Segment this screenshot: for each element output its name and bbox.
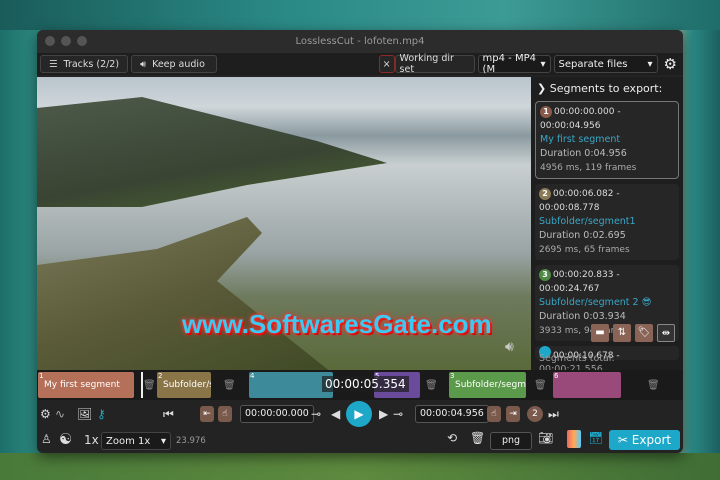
cut-end-time-input[interactable]: 00:00:04.956 [415, 405, 489, 423]
segment-list-item[interactable]: 2 00:00:06.082 - 00:00:08.778 Subfolder/s… [535, 184, 679, 260]
timeline[interactable]: 1My first segment 🗑︎ 2Subfolder/se 🗑︎ 4 … [37, 370, 683, 400]
settings-icon[interactable]: ⚙ [40, 407, 51, 421]
person-icon[interactable]: ♙ [41, 432, 52, 446]
app-window: LosslessCut - lofoten.mp4 ☰ Tracks (2/2) … [37, 30, 683, 453]
timeline-segment[interactable]: 2Subfolder/se [157, 372, 211, 398]
list-icon: ☰ [49, 58, 58, 70]
trash-icon[interactable]: 🗑︎ [223, 380, 236, 391]
keyframe-back-icon[interactable]: ⊸ [311, 407, 321, 421]
video-frame [37, 97, 387, 207]
window-title: LosslessCut - lofoten.mp4 [295, 36, 425, 47]
fps-value: 23.976 [176, 436, 206, 446]
segment-number: 2 [527, 406, 543, 422]
rotate-icon[interactable]: ⟲ [447, 431, 457, 445]
frame-back-icon[interactable]: ◀ [331, 407, 340, 421]
tag-icon[interactable]: 🏷︎ [635, 324, 653, 342]
set-cut-start-icon[interactable]: ☝ [218, 406, 232, 422]
bottom-bar: ♙ ☯ 1x Zoom 1x ▾ 23.976 ⟲ 🗑︎ png 📷︎ 📅︎ ✂ … [37, 428, 683, 453]
title-bar: LosslessCut - lofoten.mp4 [37, 30, 683, 53]
export-mode-icon[interactable] [567, 430, 581, 448]
playback-controls: ⚙ ∿ 🖼︎ ⚷ ⏮︎ ⇤ ☝ 00:00:00.000 ⊸ ◀ ▶ ▶ ⊸ 0… [37, 400, 683, 428]
segments-sidebar: ❯ Segments to export: 1 00:00:00.000 - 00… [531, 77, 683, 375]
thumbnails-icon[interactable]: 🖼︎ [77, 407, 92, 421]
format-select[interactable]: mp4 - MP4 (M ▾ [477, 53, 551, 75]
timeline-segment[interactable]: 4 [249, 372, 333, 398]
zoom-select[interactable]: Zoom 1x ▾ [101, 432, 171, 450]
segment-list-item[interactable]: 1 00:00:00.000 - 00:00:04.956 My first se… [535, 101, 679, 179]
waveform-icon[interactable]: ∿ [55, 407, 65, 421]
calendar-icon[interactable]: 📅︎ [588, 431, 603, 445]
toolbar: ☰ Tracks (2/2) 🔊︎ Keep audio × Working dir… [37, 53, 683, 75]
close-window-button[interactable] [45, 36, 55, 46]
yin-yang-icon[interactable]: ☯ [59, 430, 72, 448]
frame-forward-icon[interactable]: ▶ [379, 407, 388, 421]
play-button[interactable]: ▶ [346, 401, 372, 427]
playback-speed: 1x [84, 433, 99, 447]
desktop-background [0, 0, 720, 30]
speaker-icon: 🔊︎ [140, 58, 147, 70]
trash-icon[interactable]: 🗑︎ [143, 380, 156, 391]
sort-icon[interactable]: ⇅ [613, 324, 631, 342]
chevron-down-icon: ▾ [160, 435, 166, 447]
chevron-right-icon[interactable]: ❯ [537, 82, 546, 95]
clear-working-dir-button[interactable]: × [378, 55, 395, 73]
set-cut-end-icon[interactable]: ☝ [487, 406, 501, 422]
watermark: www.SoftwaresGate.com [182, 309, 492, 339]
output-mode-select[interactable]: Separate files ▾ [553, 55, 658, 73]
jump-segment-start-icon[interactable]: ⇤ [200, 406, 214, 422]
video-player[interactable]: www.SoftwaresGate.com 🔊︎ [37, 77, 531, 370]
maximize-window-button[interactable] [77, 36, 87, 46]
minimize-window-button[interactable] [61, 36, 71, 46]
gear-icon[interactable]: ⚙ [664, 55, 677, 73]
tracks-button[interactable]: ☰ Tracks (2/2) [40, 55, 129, 73]
jump-segment-end-icon[interactable]: ⇥ [506, 406, 520, 422]
timeline-segment[interactable]: 1 My first segment [38, 372, 134, 398]
scissors-icon: ✂ [617, 433, 628, 447]
capture-format-select[interactable]: png [490, 432, 532, 450]
export-button[interactable]: ✂ Export [609, 430, 680, 450]
keyframe-forward-icon[interactable]: ⊸ [393, 407, 403, 421]
key-icon[interactable]: ⚷ [97, 407, 106, 421]
trash-icon[interactable]: 🗑︎ [470, 431, 485, 445]
jump-end-icon[interactable]: ⏭︎ [548, 407, 559, 422]
camera-icon[interactable]: 📷︎ [538, 431, 553, 445]
working-dir-button[interactable]: Working dir set [394, 53, 475, 75]
trash-icon[interactable]: 🗑︎ [534, 380, 547, 391]
chevron-down-icon: ▾ [540, 58, 546, 70]
timeline-segment[interactable]: 3Subfolder/segmer [449, 372, 526, 398]
chevron-down-icon: ▾ [647, 58, 653, 70]
split-icon[interactable]: ⇹ [657, 324, 675, 342]
trash-icon[interactable]: 🗑︎ [425, 380, 438, 391]
video-frame [37, 217, 337, 370]
trash-icon[interactable]: 🗑︎ [647, 380, 660, 391]
cut-start-time-input[interactable]: 00:00:00.000 [240, 405, 314, 423]
jump-start-icon[interactable]: ⏮︎ [163, 407, 174, 422]
current-time: 00:00:05.354 [322, 376, 409, 392]
remove-segment-icon[interactable]: ▬ [591, 324, 609, 342]
volume-icon[interactable]: 🔊︎ [505, 339, 514, 355]
desktop-background [0, 453, 720, 480]
timeline-segment[interactable]: 6 [553, 372, 621, 398]
keep-audio-button[interactable]: 🔊︎ Keep audio [131, 55, 218, 73]
